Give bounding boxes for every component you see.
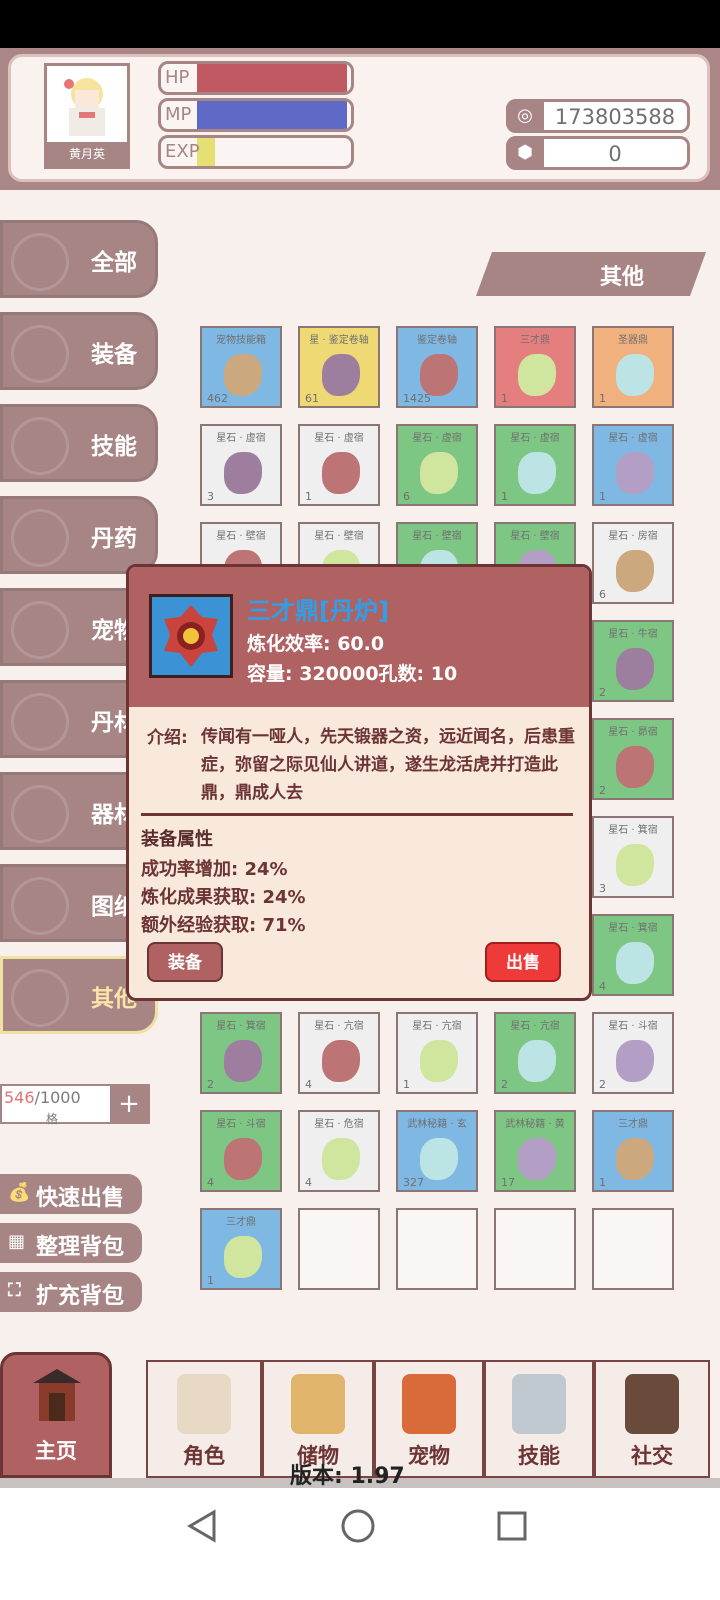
social-icon <box>625 1374 679 1434</box>
equip-button[interactable]: 装备 <box>147 942 223 982</box>
nav-character[interactable]: 角色 <box>146 1360 262 1478</box>
pet-icon <box>402 1374 456 1434</box>
nav-home-label: 主页 <box>35 1439 77 1463</box>
system-nav-bar <box>0 1488 720 1600</box>
item-capacity: 容量: 320000孔数: 10 <box>247 663 458 685</box>
character-icon <box>177 1374 231 1434</box>
item-title: 三才鼎[丹炉] <box>247 597 389 625</box>
back-icon[interactable] <box>186 1508 218 1544</box>
status-bar <box>0 0 720 48</box>
nav-label: 角色 <box>183 1444 225 1468</box>
skill-icon <box>512 1374 566 1434</box>
storage-icon <box>291 1374 345 1434</box>
divider <box>141 813 573 816</box>
game-screen: 黄月英 HP MP EXP ◎ 173803588 ⬢ 0 全部 装备 技能 丹药 宠物… <box>0 48 720 1488</box>
description-label: 介绍: <box>147 728 188 748</box>
attribute-extra-exp: 额外经验获取: 71% <box>141 915 306 936</box>
item-description: 传闻有一哑人，先天锻器之资，远近闻名，后患重症，弥留之际见仙人讲道，遂生龙活虎并… <box>201 727 575 803</box>
house-icon <box>33 1369 81 1421</box>
home-circle-icon[interactable] <box>340 1508 376 1544</box>
attribute-success-rate: 成功率增加: 24% <box>141 859 288 880</box>
recents-icon[interactable] <box>496 1510 528 1542</box>
attributes-header: 装备属性 <box>141 829 213 850</box>
sell-button[interactable]: 出售 <box>485 942 561 982</box>
item-efficiency: 炼化效率: 60.0 <box>247 633 385 655</box>
nav-label: 技能 <box>518 1444 560 1468</box>
nav-skill[interactable]: 技能 <box>484 1360 594 1478</box>
attribute-refine-yield: 炼化成果获取: 24% <box>141 887 306 908</box>
cauldron-icon <box>149 594 233 678</box>
nav-social[interactable]: 社交 <box>594 1360 710 1478</box>
item-detail-modal: 三才鼎[丹炉] 炼化效率: 60.0 容量: 320000孔数: 10 介绍: … <box>126 564 592 1001</box>
nav-label: 社交 <box>631 1444 673 1468</box>
version-text: 版本: 1.97 <box>290 1464 405 1488</box>
nav-home[interactable]: 主页 <box>0 1352 112 1478</box>
